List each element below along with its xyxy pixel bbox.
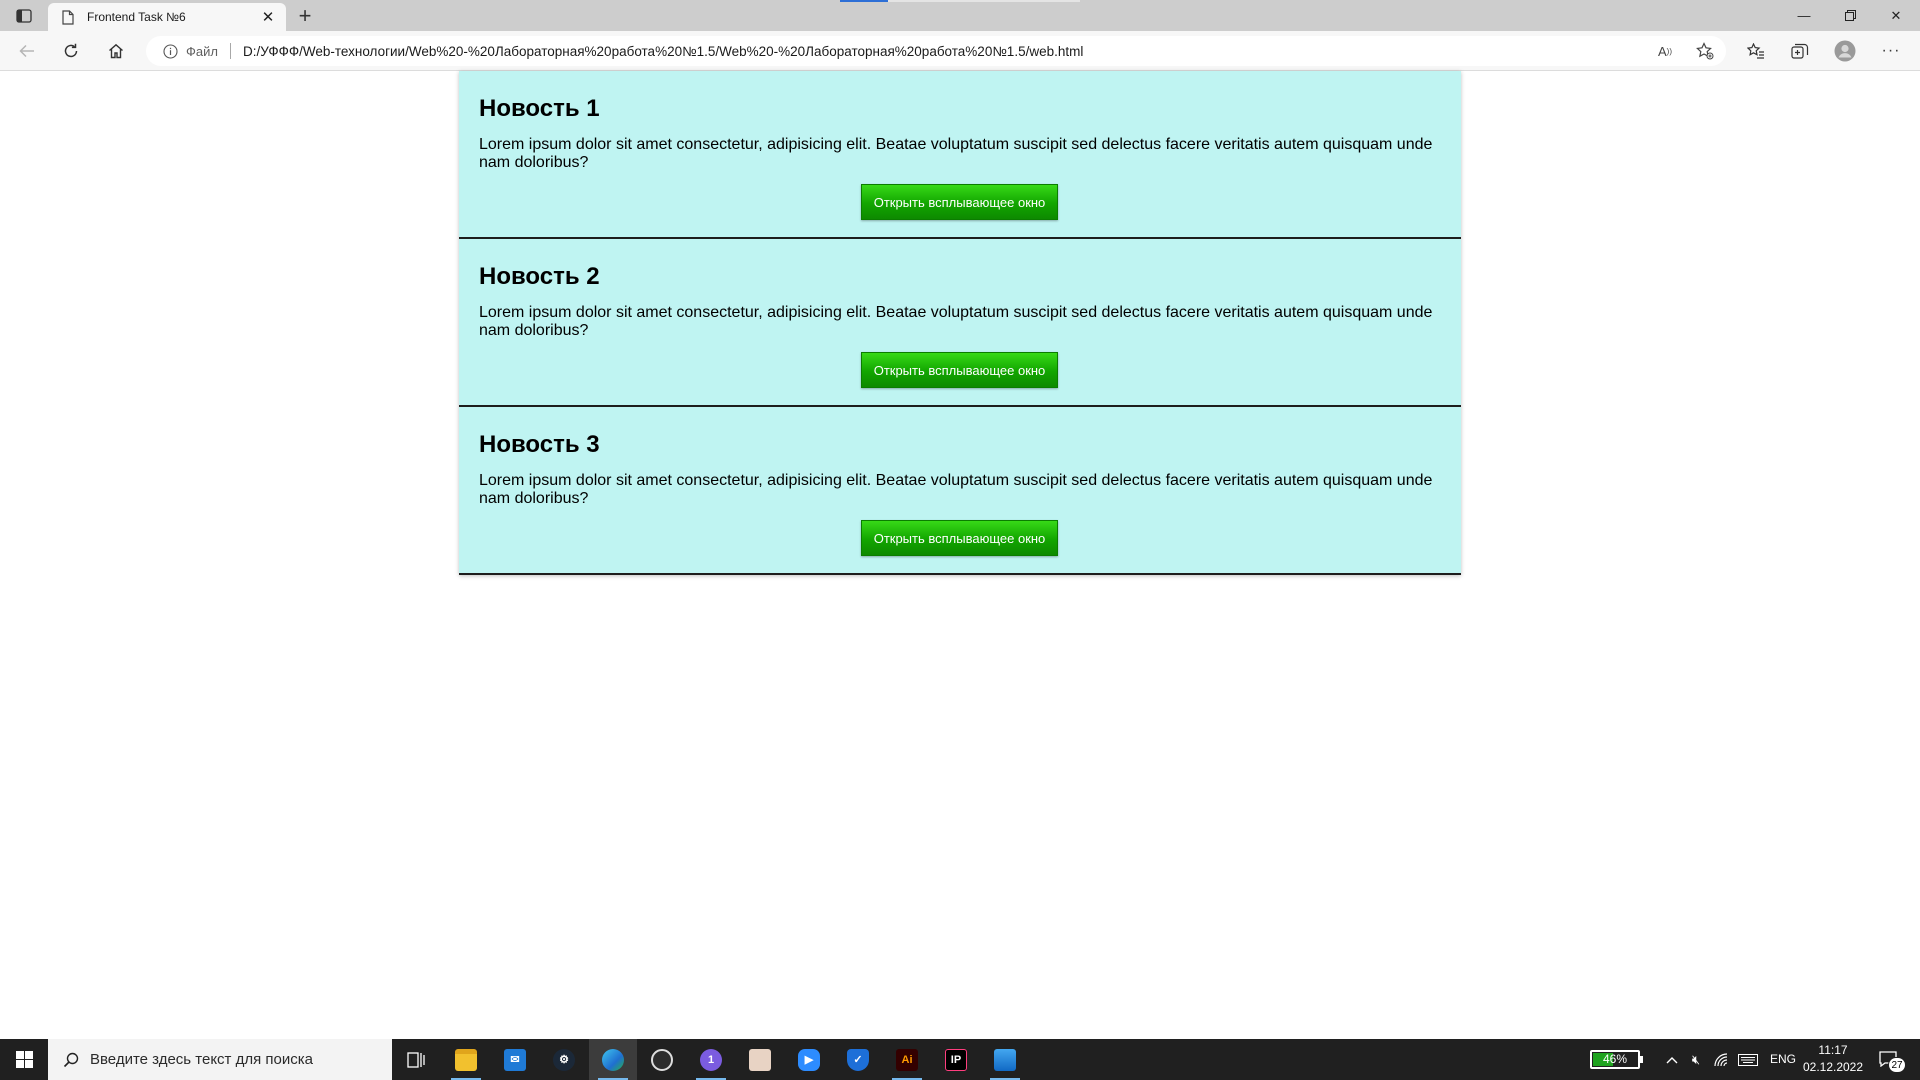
settings-menu-button[interactable]: ··· (1876, 37, 1906, 65)
add-favorite-icon[interactable] (1695, 42, 1715, 60)
info-icon[interactable] (162, 43, 178, 59)
drag-region-highlight (840, 0, 888, 2)
favorites-button[interactable] (1741, 37, 1771, 65)
browser-tab[interactable]: Frontend Task №6 ✕ (48, 3, 286, 31)
taskbar-app-security[interactable]: ✓ (834, 1039, 882, 1080)
tab-actions-button[interactable] (10, 4, 38, 28)
minimize-button[interactable]: — (1781, 0, 1827, 31)
taskbar-app-game[interactable] (736, 1039, 784, 1080)
open-popup-button[interactable]: Открыть всплывающее окно (861, 520, 1058, 556)
illustrator-icon: Ai (896, 1048, 918, 1071)
home-button[interactable] (101, 37, 131, 65)
more-dots-icon: ··· (1881, 42, 1901, 59)
close-window-button[interactable]: ✕ (1873, 0, 1919, 31)
search-icon (62, 1051, 80, 1069)
clock[interactable]: 11:17 02.12.2022 (1800, 1042, 1866, 1076)
zoom-icon: ▶ (798, 1048, 820, 1071)
taskbar-app-intellij[interactable]: IP (932, 1039, 980, 1080)
news-list: Новость 1 Lorem ipsum dolor sit amet con… (459, 71, 1461, 575)
refresh-icon (64, 43, 78, 58)
taskbar-search-box[interactable]: Введите здесь текст для поиска (48, 1039, 392, 1080)
new-tab-button[interactable]: + (292, 3, 318, 28)
news-item: Новость 2 Lorem ipsum dolor sit amet con… (459, 239, 1461, 407)
avatar-icon (1834, 40, 1856, 62)
input-language[interactable]: ENG (1770, 1052, 1796, 1066)
scheme-label: Файл (186, 43, 218, 59)
discord-icon: 1 (700, 1048, 722, 1071)
taskbar-app-photos[interactable] (981, 1039, 1029, 1080)
collections-icon (1791, 43, 1809, 59)
edge-icon (602, 1048, 624, 1071)
restore-button[interactable] (1827, 0, 1873, 31)
news-title: Новость 1 (479, 95, 600, 122)
browser-toolbar: Файл D:/УФФФ/Web-технологии/Web%20-%20Ла… (0, 31, 1920, 71)
profile-button[interactable] (1830, 37, 1860, 65)
game-icon (749, 1048, 771, 1071)
show-hidden-icons-chevron-icon[interactable] (1662, 1050, 1682, 1070)
url-text[interactable]: D:/УФФФ/Web-технологии/Web%20-%20Лаборат… (243, 44, 1083, 59)
taskbar-app-edge[interactable] (589, 1039, 637, 1080)
refresh-button[interactable] (56, 37, 86, 65)
notification-count-badge: 27 (1888, 1057, 1906, 1073)
clock-date: 02.12.2022 (1802, 1060, 1864, 1074)
address-bar[interactable]: Файл D:/УФФФ/Web-технологии/Web%20-%20Ла… (146, 36, 1726, 66)
page-viewport: Новость 1 Lorem ipsum dolor sit amet con… (0, 71, 1920, 1039)
mail-icon: ✉ (504, 1048, 526, 1071)
steam-icon: ⚙ (553, 1048, 575, 1071)
tab-close-icon[interactable]: ✕ (256, 5, 280, 29)
task-view-button[interactable] (392, 1039, 440, 1080)
battery-nub (1640, 1056, 1643, 1063)
news-text: Lorem ipsum dolor sit amet consectetur, … (479, 136, 1433, 171)
battery-indicator[interactable]: 46% (1590, 1050, 1643, 1069)
taskbar: Введите здесь текст для поиска ✉ ⚙ 1 ▶ ✓… (0, 1039, 1920, 1080)
taskbar-app-steam[interactable]: ⚙ (540, 1039, 588, 1080)
tab-title: Frontend Task №6 (87, 10, 186, 24)
news-text: Lorem ipsum dolor sit amet consectetur, … (479, 472, 1433, 507)
wifi-icon[interactable] (1712, 1050, 1732, 1070)
taskbar-app-illustrator[interactable]: Ai (883, 1039, 931, 1080)
taskbar-app-file-explorer[interactable] (442, 1039, 490, 1080)
photos-icon (994, 1048, 1016, 1071)
favorites-icon (1747, 43, 1764, 59)
page-icon (60, 9, 76, 25)
open-popup-button[interactable]: Открыть всплывающее окно (861, 184, 1058, 220)
keyboard-icon[interactable] (1738, 1050, 1758, 1070)
news-title: Новость 3 (479, 431, 600, 458)
restore-icon (1844, 10, 1856, 21)
task-view-icon (407, 1051, 425, 1068)
back-button[interactable] (12, 37, 42, 65)
obs-icon (651, 1048, 673, 1071)
volume-muted-icon[interactable]: 🔇︎ (1686, 1050, 1706, 1070)
open-popup-button[interactable]: Открыть всплывающее окно (861, 352, 1058, 388)
news-title: Новость 2 (479, 263, 600, 290)
search-placeholder: Введите здесь текст для поиска (90, 1051, 313, 1068)
start-button[interactable] (0, 1039, 48, 1080)
security-icon: ✓ (847, 1048, 869, 1071)
taskbar-app-discord[interactable]: 1 (687, 1039, 735, 1080)
news-item: Новость 1 Lorem ipsum dolor sit amet con… (459, 71, 1461, 239)
battery-percent: 46% (1602, 1052, 1628, 1066)
close-icon: ✕ (1890, 7, 1902, 23)
tab-strip: Frontend Task №6 ✕ + — ✕ (0, 0, 1920, 31)
file-explorer-icon (455, 1048, 477, 1071)
collections-button[interactable] (1785, 37, 1815, 65)
taskbar-app-zoom[interactable]: ▶ (785, 1039, 833, 1080)
news-item: Новость 3 Lorem ipsum dolor sit amet con… (459, 407, 1461, 575)
notification-center-button[interactable]: 27 (1874, 1047, 1906, 1073)
drag-region-track (888, 0, 1080, 2)
clock-time: 11:17 (1818, 1043, 1848, 1057)
taskbar-app-obs[interactable] (638, 1039, 686, 1080)
address-separator (229, 43, 231, 59)
home-icon (109, 43, 123, 59)
read-aloud-icon[interactable]: A)) (1655, 42, 1675, 60)
windows-logo-icon (15, 1051, 33, 1068)
taskbar-app-mail[interactable]: ✉ (491, 1039, 539, 1080)
minimize-icon: — (1797, 8, 1811, 23)
tab-actions-icon (16, 9, 32, 23)
back-arrow-icon (19, 44, 34, 58)
news-text: Lorem ipsum dolor sit amet consectetur, … (479, 304, 1433, 339)
intellij-icon: IP (945, 1048, 967, 1071)
plus-icon: + (298, 3, 312, 28)
